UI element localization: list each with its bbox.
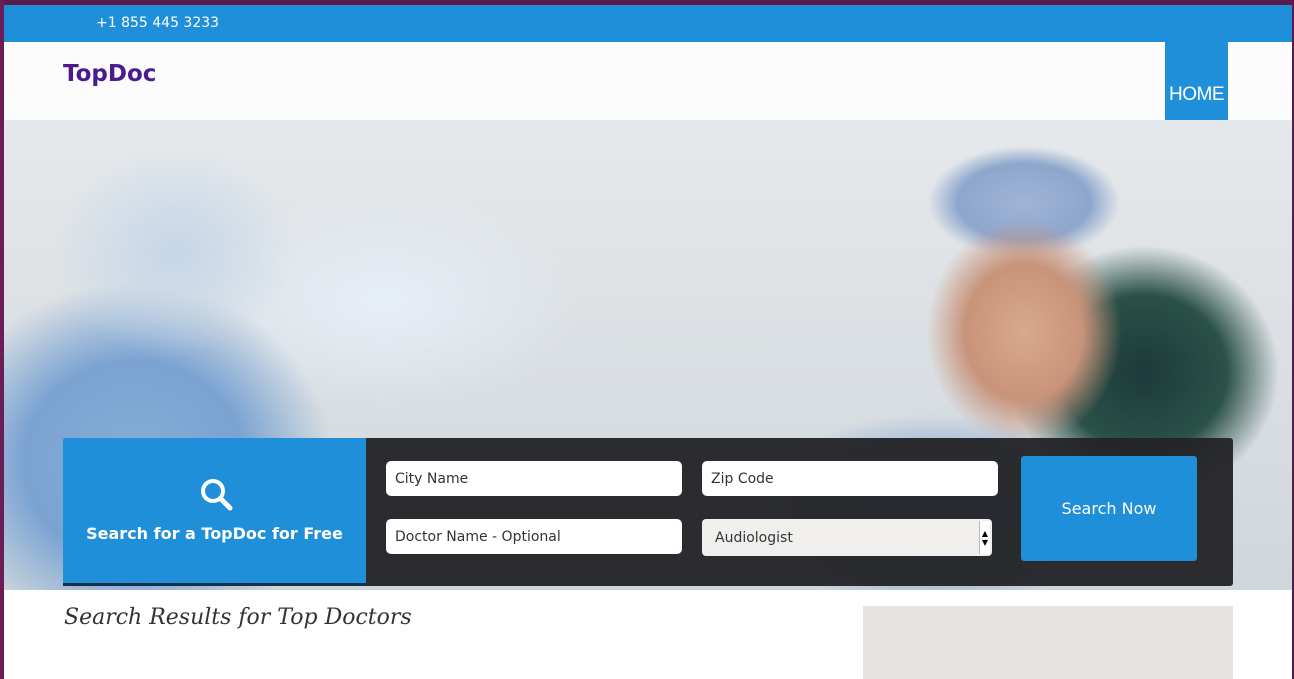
- phone-number[interactable]: +1 855 445 3233: [96, 15, 219, 31]
- site-header: TopDoc: [4, 42, 1292, 120]
- search-promo: Search for a TopDoc for Free: [63, 438, 366, 586]
- specialty-selected-value: Audiologist: [715, 529, 793, 546]
- city-name-input[interactable]: City Name: [386, 461, 682, 496]
- search-icon: [201, 479, 233, 511]
- doctor-search-panel: Search for a TopDoc for Free City Name Z…: [63, 438, 1233, 586]
- results-heading: Search Results for Top Doctors: [64, 605, 412, 630]
- nav-item-home[interactable]: HOME: [1165, 42, 1228, 120]
- top-bar: +1 855 445 3233: [4, 5, 1292, 42]
- site-logo[interactable]: TopDoc: [63, 61, 156, 87]
- search-promo-text: Search for a TopDoc for Free: [86, 524, 343, 543]
- search-now-button[interactable]: Search Now: [1021, 456, 1197, 561]
- doctor-name-input[interactable]: Doctor Name - Optional: [386, 519, 682, 554]
- page: +1 855 445 3233 TopDoc HOME Search for a…: [4, 5, 1292, 679]
- specialty-select[interactable]: Audiologist ▲ ▼: [702, 519, 992, 556]
- zip-code-input[interactable]: Zip Code: [702, 461, 998, 496]
- sidebar-panel: [863, 606, 1233, 679]
- select-arrow-icon[interactable]: ▲ ▼: [979, 521, 990, 554]
